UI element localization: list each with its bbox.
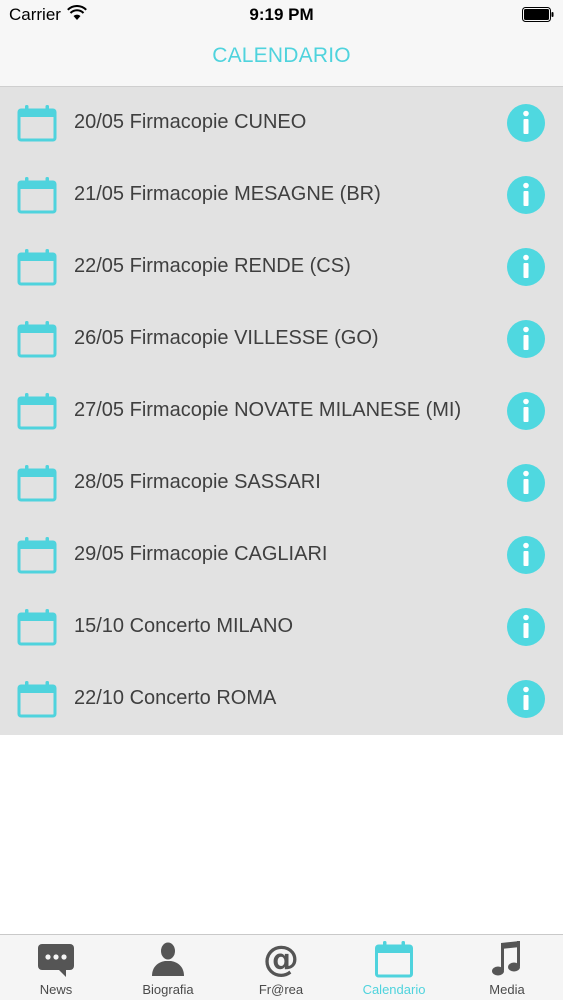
calendar-icon: [17, 535, 57, 575]
tab-bar: News Biografia @ Fr@rea Calendario Media: [0, 934, 563, 1000]
calendar-icon: [17, 391, 57, 431]
tab-media[interactable]: Media: [451, 935, 563, 1000]
info-icon[interactable]: [507, 176, 545, 214]
calendar-icon: [17, 175, 57, 215]
event-row[interactable]: 22/10 Concerto ROMA: [0, 663, 563, 735]
event-label: 29/05 Firmacopie CAGLIARI: [74, 543, 328, 565]
tab-label: Fr@rea: [258, 982, 304, 997]
calendar-icon: [17, 607, 57, 647]
event-row[interactable]: 22/05 Firmacopie RENDE (CS): [0, 231, 563, 303]
music-note-icon: [492, 941, 520, 976]
event-row[interactable]: 27/05 Firmacopie NOVATE MILANESE (MI): [0, 375, 563, 447]
tab-calendario[interactable]: Calendario: [338, 935, 450, 1000]
event-label: 26/05 Firmacopie VILLESSE (GO): [74, 327, 379, 349]
at-sign-icon: @: [263, 940, 299, 978]
tab-biografia[interactable]: Biografia: [112, 935, 224, 1000]
event-row[interactable]: 26/05 Firmacopie VILLESSE (GO): [0, 303, 563, 375]
event-row[interactable]: 20/05 Firmacopie CUNEO: [0, 87, 563, 159]
navigation-bar: CALENDARIO: [0, 30, 563, 87]
tab-news[interactable]: News: [0, 935, 112, 1000]
info-icon[interactable]: [507, 464, 545, 502]
event-label: 15/10 Concerto MILANO: [74, 615, 293, 637]
tab-label: Calendario: [362, 982, 426, 997]
info-icon[interactable]: [507, 320, 545, 358]
person-icon: [152, 942, 184, 976]
tab-frarea[interactable]: @ Fr@rea: [225, 935, 337, 1000]
event-label: 20/05 Firmacopie CUNEO: [74, 111, 307, 133]
info-icon[interactable]: [507, 248, 545, 286]
event-row[interactable]: 15/10 Concerto MILANO: [0, 591, 563, 663]
info-icon[interactable]: [507, 536, 545, 574]
calendar-icon: [17, 319, 57, 359]
event-label: 22/05 Firmacopie RENDE (CS): [74, 255, 351, 277]
calendar-icon: [17, 103, 57, 143]
battery-icon: [522, 7, 554, 22]
event-label: 28/05 Firmacopie SASSARI: [74, 471, 321, 493]
svg-text:@: @: [263, 940, 299, 978]
calendar-icon: [17, 463, 57, 503]
info-icon[interactable]: [507, 608, 545, 646]
calendar-icon: [375, 941, 413, 978]
event-label: 21/05 Firmacopie MESAGNE (BR): [74, 183, 381, 205]
info-icon[interactable]: [507, 104, 545, 142]
calendar-icon: [17, 679, 57, 719]
status-bar: Carrier 9:19 PM: [0, 0, 563, 30]
event-list: 20/05 Firmacopie CUNEO 21/05 Firmacopie M…: [0, 87, 563, 735]
clock: 9:19 PM: [249, 5, 314, 24]
event-row[interactable]: 21/05 Firmacopie MESAGNE (BR): [0, 159, 563, 231]
tab-label: Biografia: [142, 982, 194, 997]
chat-bubble-icon: [38, 944, 74, 977]
event-label: 22/10 Concerto ROMA: [74, 687, 277, 709]
event-row[interactable]: 29/05 Firmacopie CAGLIARI: [0, 519, 563, 591]
event-row[interactable]: 28/05 Firmacopie SASSARI: [0, 447, 563, 519]
tab-label: Media: [489, 982, 525, 997]
tab-label: News: [39, 982, 73, 997]
info-icon[interactable]: [507, 392, 545, 430]
event-label: 27/05 Firmacopie NOVATE MILANESE (MI): [74, 399, 462, 421]
page-title: CALENDARIO: [212, 44, 351, 67]
info-icon[interactable]: [507, 680, 545, 718]
calendar-icon: [17, 247, 57, 287]
